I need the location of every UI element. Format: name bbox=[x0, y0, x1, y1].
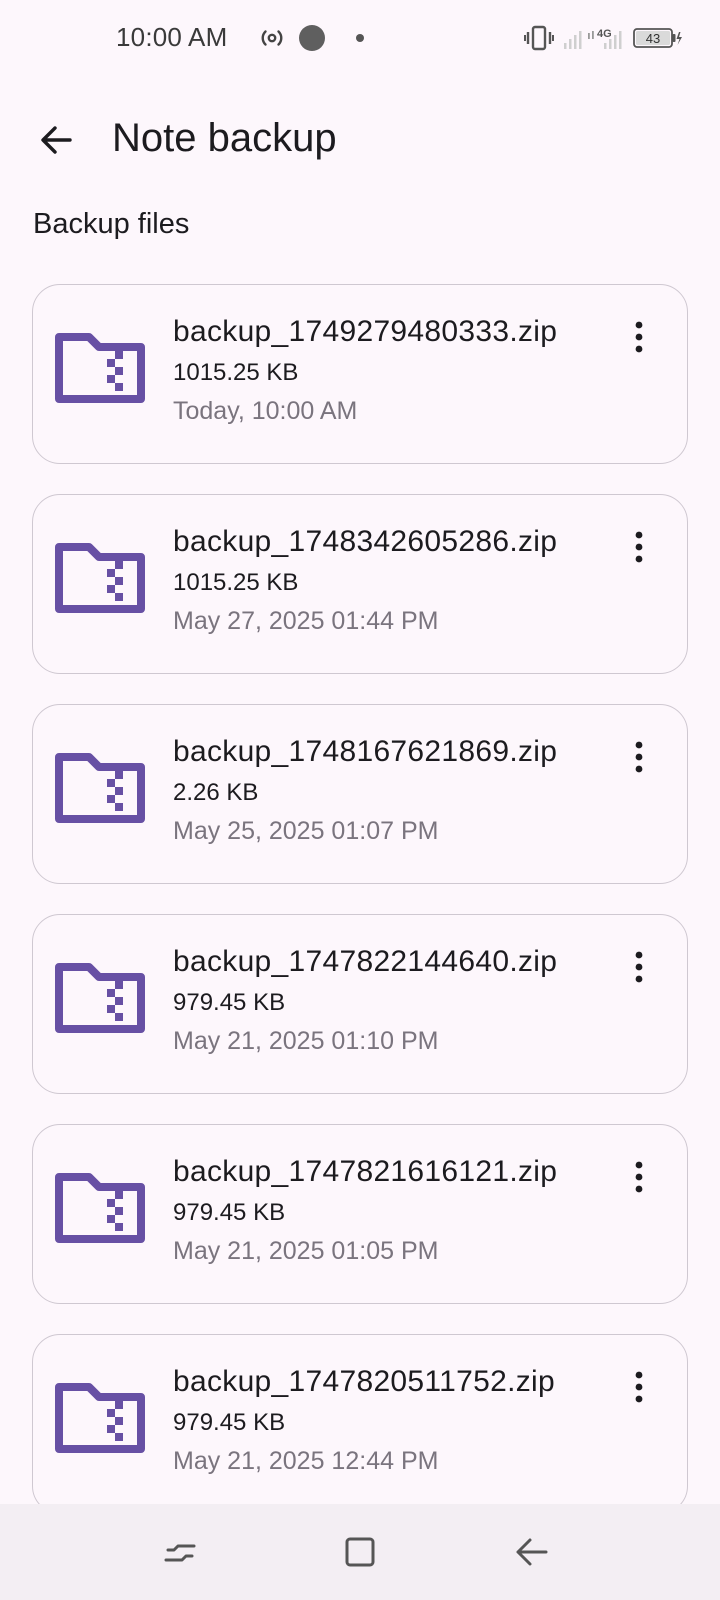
status-bar: 10:00 AM 4G 43 bbox=[0, 0, 720, 78]
file-date: May 21, 2025 01:05 PM bbox=[173, 1237, 439, 1265]
more-vert-icon bbox=[635, 321, 643, 353]
home-button[interactable] bbox=[336, 1528, 384, 1576]
notification-dot-icon bbox=[356, 34, 364, 42]
file-size: 979.45 KB bbox=[173, 1409, 286, 1436]
hotspot-icon bbox=[261, 30, 283, 46]
app-bar: Note backup bbox=[0, 100, 720, 180]
recents-icon bbox=[164, 1544, 196, 1562]
more-vert-icon bbox=[635, 951, 643, 983]
more-options-button[interactable] bbox=[619, 525, 659, 569]
file-size: 1015.25 KB bbox=[173, 359, 299, 386]
file-date: Today, 10:00 AM bbox=[173, 397, 358, 425]
more-options-button[interactable] bbox=[619, 945, 659, 989]
status-left-icons bbox=[258, 22, 372, 54]
zip-folder-icon bbox=[55, 333, 145, 403]
battery-level: 43 bbox=[646, 31, 660, 46]
more-vert-icon bbox=[635, 741, 643, 773]
file-size: 979.45 KB bbox=[173, 1199, 286, 1226]
file-card[interactable]: backup_1747820511752.zip 979.45 KB May 2… bbox=[32, 1334, 688, 1514]
section-header: Backup files bbox=[33, 208, 190, 240]
more-options-button[interactable] bbox=[619, 1365, 659, 1409]
file-name: backup_1747821616121.zip bbox=[173, 1155, 558, 1188]
file-card[interactable]: backup_1747822144640.zip 979.45 KB May 2… bbox=[32, 914, 688, 1094]
battery-icon: 43 bbox=[633, 28, 682, 48]
file-size: 1015.25 KB bbox=[173, 569, 299, 596]
file-name: backup_1748342605286.zip bbox=[173, 525, 558, 558]
more-options-button[interactable] bbox=[619, 735, 659, 779]
record-dot-icon bbox=[299, 25, 325, 51]
zip-folder-icon bbox=[55, 963, 145, 1033]
zip-folder-icon bbox=[55, 753, 145, 823]
back-icon bbox=[516, 1538, 548, 1566]
system-back-button[interactable] bbox=[506, 1528, 554, 1576]
status-time: 10:00 AM bbox=[116, 22, 228, 52]
file-size: 2.26 KB bbox=[173, 779, 259, 806]
status-right-icons: 4G 43 bbox=[524, 22, 690, 54]
arrow-back-icon bbox=[41, 126, 72, 154]
file-date: May 25, 2025 01:07 PM bbox=[173, 817, 439, 845]
file-size: 979.45 KB bbox=[173, 989, 286, 1016]
vibrate-icon bbox=[524, 25, 554, 51]
signal-icon: 4G bbox=[564, 28, 622, 49]
more-vert-icon bbox=[635, 1161, 643, 1193]
file-date: May 21, 2025 12:44 PM bbox=[173, 1447, 439, 1475]
zip-folder-icon bbox=[55, 1383, 145, 1453]
file-card[interactable]: backup_1748342605286.zip 1015.25 KB May … bbox=[32, 494, 688, 674]
home-icon bbox=[345, 1537, 375, 1567]
recents-button[interactable] bbox=[156, 1528, 204, 1576]
file-card[interactable]: backup_1747821616121.zip 979.45 KB May 2… bbox=[32, 1124, 688, 1304]
more-vert-icon bbox=[635, 1371, 643, 1403]
more-vert-icon bbox=[635, 531, 643, 563]
screen: 10:00 AM 4G 43 Note backup Backup files … bbox=[0, 0, 720, 1600]
file-date: May 27, 2025 01:44 PM bbox=[173, 607, 439, 635]
zip-folder-icon bbox=[55, 543, 145, 613]
zip-folder-icon bbox=[55, 1173, 145, 1243]
file-name: backup_1747822144640.zip bbox=[173, 945, 558, 978]
file-name: backup_1748167621869.zip bbox=[173, 735, 558, 768]
network-type-label: 4G bbox=[597, 28, 612, 40]
file-card[interactable]: backup_1748167621869.zip 2.26 KB May 25,… bbox=[32, 704, 688, 884]
file-date: May 21, 2025 01:10 PM bbox=[173, 1027, 439, 1055]
back-button[interactable] bbox=[28, 112, 84, 168]
file-card[interactable]: backup_1749279480333.zip 1015.25 KB Toda… bbox=[32, 284, 688, 464]
more-options-button[interactable] bbox=[619, 315, 659, 359]
page-title: Note backup bbox=[112, 116, 337, 160]
file-name: backup_1747820511752.zip bbox=[173, 1365, 555, 1398]
more-options-button[interactable] bbox=[619, 1155, 659, 1199]
navigation-bar bbox=[0, 1504, 720, 1600]
file-name: backup_1749279480333.zip bbox=[173, 315, 558, 348]
